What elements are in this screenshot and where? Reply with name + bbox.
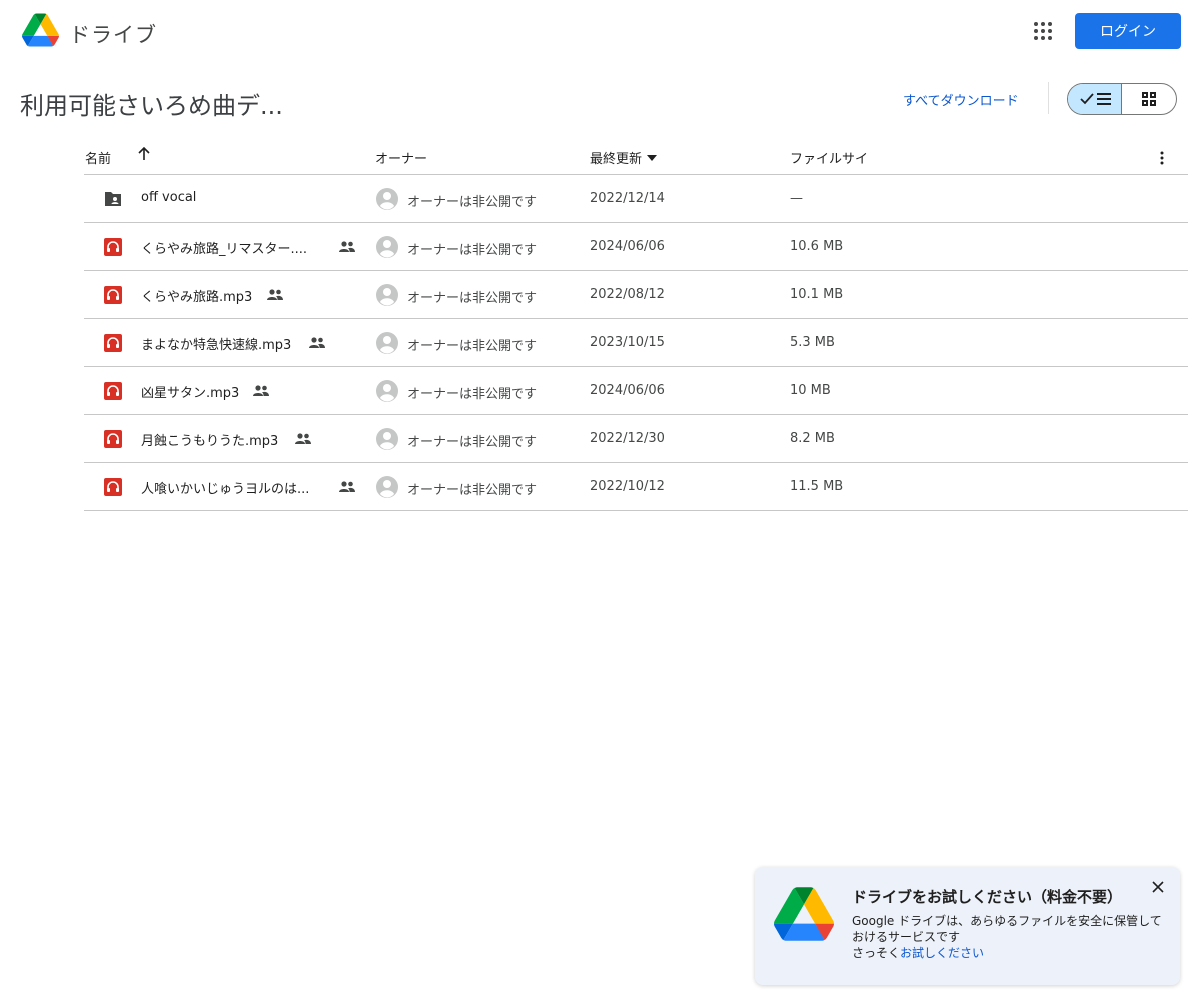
column-header-owner: オーナー	[375, 152, 428, 167]
download-all-button[interactable]: すべてダウンロード	[903, 90, 1019, 109]
promo-title: ドライブをお試しください（料金不要）	[852, 888, 1123, 906]
avatar-icon	[376, 428, 398, 450]
file-size: —	[790, 191, 803, 206]
grid-icon	[1142, 92, 1156, 106]
owner-text: オーナーは非公開です	[407, 435, 538, 450]
column-header-modified[interactable]: 最終更新	[590, 148, 659, 167]
file-name: off vocal	[141, 190, 197, 205]
grid-view-button[interactable]	[1122, 84, 1176, 114]
audio-file-icon	[104, 286, 122, 304]
file-name: 人喰いかいじゅうヨルのは...	[141, 482, 310, 497]
drive-logo-icon	[774, 887, 834, 941]
file-size: 11.5 MB	[790, 479, 844, 494]
view-toggle	[1067, 83, 1177, 115]
table-row[interactable]: くらやみ旅路.mp3 オーナーは非公開です 2022/08/12 10.1 MB	[84, 271, 1188, 319]
drive-logo-icon[interactable]	[22, 13, 59, 47]
file-size: 10.6 MB	[790, 239, 844, 254]
shared-people-icon	[339, 241, 355, 252]
audio-file-icon	[104, 478, 122, 496]
owner-text: オーナーは非公開です	[407, 483, 538, 498]
modified-date: 2022/12/14	[590, 191, 665, 206]
file-name: 月蝕こうもりうた.mp3	[141, 434, 279, 449]
more-vert-icon[interactable]	[1154, 150, 1170, 166]
owner-text: オーナーは非公開です	[407, 291, 538, 306]
shared-folder-icon	[105, 192, 121, 206]
avatar-icon	[376, 476, 398, 498]
modified-date: 2022/12/30	[590, 431, 665, 446]
table-row[interactable]: くらやみ旅路_リマスター.... オーナーは非公開です 2024/06/06 1…	[84, 223, 1188, 271]
app-name: ドライブ	[69, 23, 157, 47]
shared-people-icon	[253, 385, 269, 396]
table-row[interactable]: 人喰いかいじゅうヨルのは... オーナーは非公開です 2022/10/12 11…	[84, 463, 1188, 511]
owner-text: オーナーは非公開です	[407, 339, 538, 354]
avatar-icon	[376, 236, 398, 258]
shared-people-icon	[339, 481, 355, 492]
modified-date: 2022/08/12	[590, 287, 665, 302]
modified-date: 2022/10/12	[590, 479, 665, 494]
column-header-size: ファイルサイ	[790, 152, 869, 167]
column-header-name[interactable]: 名前	[85, 148, 111, 167]
file-size: 5.3 MB	[790, 335, 835, 350]
try-drive-link[interactable]: お試しください	[900, 946, 984, 960]
owner-text: オーナーは非公開です	[407, 195, 538, 210]
close-icon[interactable]	[1150, 879, 1166, 895]
table-row[interactable]: まよなか特急快速線.mp3 オーナーは非公開です 2023/10/15 5.3 …	[84, 319, 1188, 367]
file-list: off vocal オーナーは非公開です 2022/12/14 — くらやみ旅路…	[84, 175, 1188, 511]
divider	[1048, 82, 1049, 114]
caret-down-icon	[647, 154, 658, 161]
file-name: くらやみ旅路_リマスター....	[141, 242, 308, 257]
table-row[interactable]: off vocal オーナーは非公開です 2022/12/14 —	[84, 175, 1188, 223]
file-size: 8.2 MB	[790, 431, 835, 446]
apps-grid-icon[interactable]	[1031, 19, 1055, 43]
column-header-modified-label: 最終更新	[590, 152, 643, 167]
check-list-icon	[1079, 93, 1111, 105]
audio-file-icon	[104, 334, 122, 352]
audio-file-icon	[104, 238, 122, 256]
shared-people-icon	[295, 433, 311, 444]
table-row[interactable]: 凶星サタン.mp3 オーナーは非公開です 2024/06/06 10 MB	[84, 367, 1188, 415]
modified-date: 2024/06/06	[590, 239, 665, 254]
modified-date: 2024/06/06	[590, 383, 665, 398]
arrow-up-icon[interactable]	[136, 146, 152, 162]
file-name: まよなか特急快速線.mp3	[141, 338, 292, 353]
avatar-icon	[376, 284, 398, 306]
shared-people-icon	[267, 289, 283, 300]
avatar-icon	[376, 380, 398, 402]
promo-body: Google ドライブは、あらゆるファイルを安全に保管しておけるサービスです さ…	[852, 913, 1167, 961]
file-size: 10 MB	[790, 383, 831, 398]
table-row[interactable]: 月蝕こうもりうた.mp3 オーナーは非公開です 2022/12/30 8.2 M…	[84, 415, 1188, 463]
audio-file-icon	[104, 430, 122, 448]
owner-text: オーナーは非公開です	[407, 387, 538, 402]
audio-file-icon	[104, 382, 122, 400]
login-button[interactable]: ログイン	[1075, 13, 1181, 49]
avatar-icon	[376, 332, 398, 354]
promo-card: ドライブをお試しください（料金不要） Google ドライブは、あらゆるファイル…	[755, 867, 1180, 985]
promo-description: Google ドライブは、あらゆるファイルを安全に保管しておけるサービスです	[852, 914, 1162, 944]
modified-date: 2023/10/15	[590, 335, 665, 350]
file-name: くらやみ旅路.mp3	[141, 290, 253, 305]
file-name: 凶星サタン.mp3	[141, 386, 240, 401]
top-bar: ドライブ ログイン	[0, 0, 1200, 64]
file-size: 10.1 MB	[790, 287, 844, 302]
list-view-button[interactable]	[1068, 84, 1123, 114]
promo-link-prefix: さっそく	[852, 946, 901, 960]
avatar-icon	[376, 188, 398, 210]
owner-text: オーナーは非公開です	[407, 243, 538, 258]
folder-title: 利用可能さいろめ曲デ...	[20, 92, 283, 120]
table-header: 名前 オーナー 最終更新 ファイルサイ	[84, 138, 1188, 175]
shared-people-icon	[309, 337, 325, 348]
